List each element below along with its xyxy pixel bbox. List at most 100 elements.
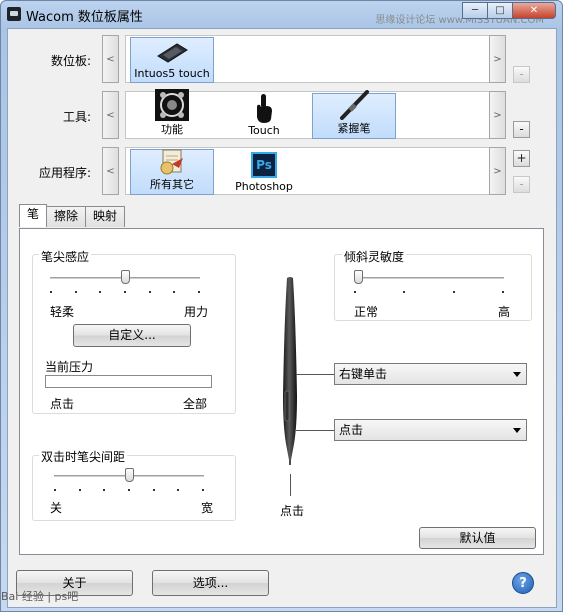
slider-tick <box>78 489 81 491</box>
tip-leader-line <box>290 474 291 496</box>
tool-remove-button[interactable]: - <box>513 121 530 138</box>
chevron-down-icon <box>513 428 521 433</box>
watermark-bottom: Bai 经验 | ps吧 <box>1 590 79 603</box>
slider-tick <box>452 291 455 293</box>
slider-tick <box>354 291 356 293</box>
app-strip: 所有其它 Ps Photoshop <box>125 147 493 195</box>
wacom-app-icon <box>7 7 21 21</box>
pressure-full-label: 全部 <box>183 397 208 411</box>
tilt-title: 倾斜灵敏度 <box>342 248 407 265</box>
default-button[interactable]: 默认值 <box>419 527 536 549</box>
tab-mapping[interactable]: 映射 <box>85 206 126 227</box>
tool-item-grip-pen[interactable]: 紧握笔 <box>312 90 396 139</box>
app-add-button[interactable]: + <box>513 150 530 167</box>
slider-thumb[interactable] <box>120 270 130 284</box>
slider-tick <box>198 291 200 293</box>
touch-hand-icon <box>253 92 275 124</box>
window-title: Wacom 数位板属性 <box>26 10 143 25</box>
pen-illustration <box>275 276 305 466</box>
app-next-button[interactable]: > <box>489 147 506 195</box>
app-row-label: 应用程序: <box>38 166 91 180</box>
tablet-item-label: Intuos5 touch <box>134 67 210 80</box>
slider-tick <box>74 291 77 293</box>
tool-item-label: Touch <box>248 124 280 137</box>
app-item-all-others[interactable]: 所有其它 <box>130 149 214 195</box>
properties-window: Wacom 数位板属性 思缘设计论坛 www.MISSYUAN.COM ─ □ … <box>0 0 563 612</box>
tab-bar: 笔 擦除 映射 <box>19 204 126 227</box>
app-item-photoshop[interactable]: Ps Photoshop <box>222 149 306 195</box>
tool-item-label: 紧握笔 <box>337 122 371 135</box>
tip-feel-min-label: 轻柔 <box>50 305 75 319</box>
double-click-slider[interactable] <box>54 467 204 493</box>
tip-feel-max-label: 用力 <box>184 305 209 319</box>
photoshop-icon: Ps <box>251 149 277 180</box>
slider-tick <box>173 291 176 293</box>
tool-next-button[interactable]: > <box>489 91 506 139</box>
customize-button[interactable]: 自定义... <box>73 324 191 347</box>
slider-tick <box>128 489 130 491</box>
slider-tick <box>148 291 151 293</box>
slider-tick <box>202 489 204 491</box>
slider-tick <box>99 291 102 293</box>
lower-button-leader <box>296 430 334 431</box>
tool-row-label: 工具: <box>62 110 91 124</box>
options-button[interactable]: 选项... <box>152 570 269 596</box>
slider-thumb[interactable] <box>354 270 363 284</box>
tool-item-touch[interactable]: Touch <box>222 93 306 139</box>
double-click-max-label: 宽 <box>201 501 214 515</box>
app-item-label: Photoshop <box>235 180 293 193</box>
tip-feel-title: 笔尖感应 <box>39 248 92 265</box>
tilt-max-label: 高 <box>498 305 511 319</box>
app-prev-button[interactable]: < <box>102 147 119 195</box>
tool-item-label: 功能 <box>161 123 183 136</box>
slider-tick <box>152 489 155 491</box>
slider-tick <box>50 291 52 293</box>
grip-pen-icon <box>337 90 371 120</box>
tablet-item-intuos5[interactable]: Intuos5 touch <box>130 37 214 83</box>
close-icon[interactable]: ✕ <box>512 2 556 19</box>
tablet-prev-button[interactable]: < <box>102 35 119 83</box>
slider-tick <box>177 489 180 491</box>
all-applications-icon <box>157 148 187 176</box>
tip-feel-slider[interactable] <box>50 269 200 295</box>
pen-tab-panel: 笔尖感应 轻柔 用力 自定义... 当前压力 点击 全部 双击时笔尖间距 关 宽… <box>19 228 544 555</box>
slider-thumb[interactable] <box>124 468 134 482</box>
lower-button-value: 点击 <box>339 423 364 437</box>
slider-tick <box>103 489 106 491</box>
tablet-icon <box>155 38 189 67</box>
pressure-click-label: 点击 <box>50 397 75 411</box>
title-bar[interactable]: Wacom 数位板属性 思缘设计论坛 www.MISSYUAN.COM ─ □ … <box>1 1 562 27</box>
tablet-next-button[interactable]: > <box>489 35 506 83</box>
upper-button-value: 右键单击 <box>339 367 388 381</box>
current-pressure-bar <box>45 375 212 388</box>
current-pressure-label: 当前压力 <box>45 360 94 374</box>
slider-tick <box>403 291 406 293</box>
minimize-icon[interactable]: ─ <box>462 2 488 19</box>
tablet-strip: Intuos5 touch <box>125 35 493 83</box>
tool-strip: 功能 Touch 紧握笔 <box>125 89 493 139</box>
double-click-title: 双击时笔尖间距 <box>39 448 128 465</box>
tablet-row-label: 数位板: <box>50 54 91 68</box>
dialog-client-area: 数位板: < Intuos5 touch > - 工具: < 功能 Touch … <box>7 28 557 608</box>
tablet-remove-button[interactable]: - <box>513 66 530 83</box>
app-remove-button[interactable]: - <box>513 176 530 193</box>
double-click-min-label: 关 <box>50 501 63 515</box>
help-icon[interactable]: ? <box>512 572 534 594</box>
tilt-min-label: 正常 <box>354 305 379 319</box>
slider-tick <box>54 489 56 491</box>
functions-icon <box>155 89 189 121</box>
tab-pen[interactable]: 笔 <box>19 204 48 227</box>
slider-track <box>354 277 504 279</box>
pen-tip-label: 点击 <box>280 504 305 518</box>
slider-tick <box>124 291 126 293</box>
maximize-icon[interactable]: □ <box>487 2 513 19</box>
chevron-down-icon <box>513 372 521 377</box>
slider-tick <box>502 291 504 293</box>
lower-button-dropdown[interactable]: 点击 <box>334 419 527 441</box>
tilt-slider[interactable] <box>354 269 504 295</box>
tab-eraser[interactable]: 擦除 <box>46 206 87 227</box>
tool-prev-button[interactable]: < <box>102 91 119 139</box>
tool-item-functions[interactable]: 功能 <box>130 89 214 139</box>
app-item-label: 所有其它 <box>150 178 194 191</box>
upper-button-dropdown[interactable]: 右键单击 <box>334 363 527 385</box>
